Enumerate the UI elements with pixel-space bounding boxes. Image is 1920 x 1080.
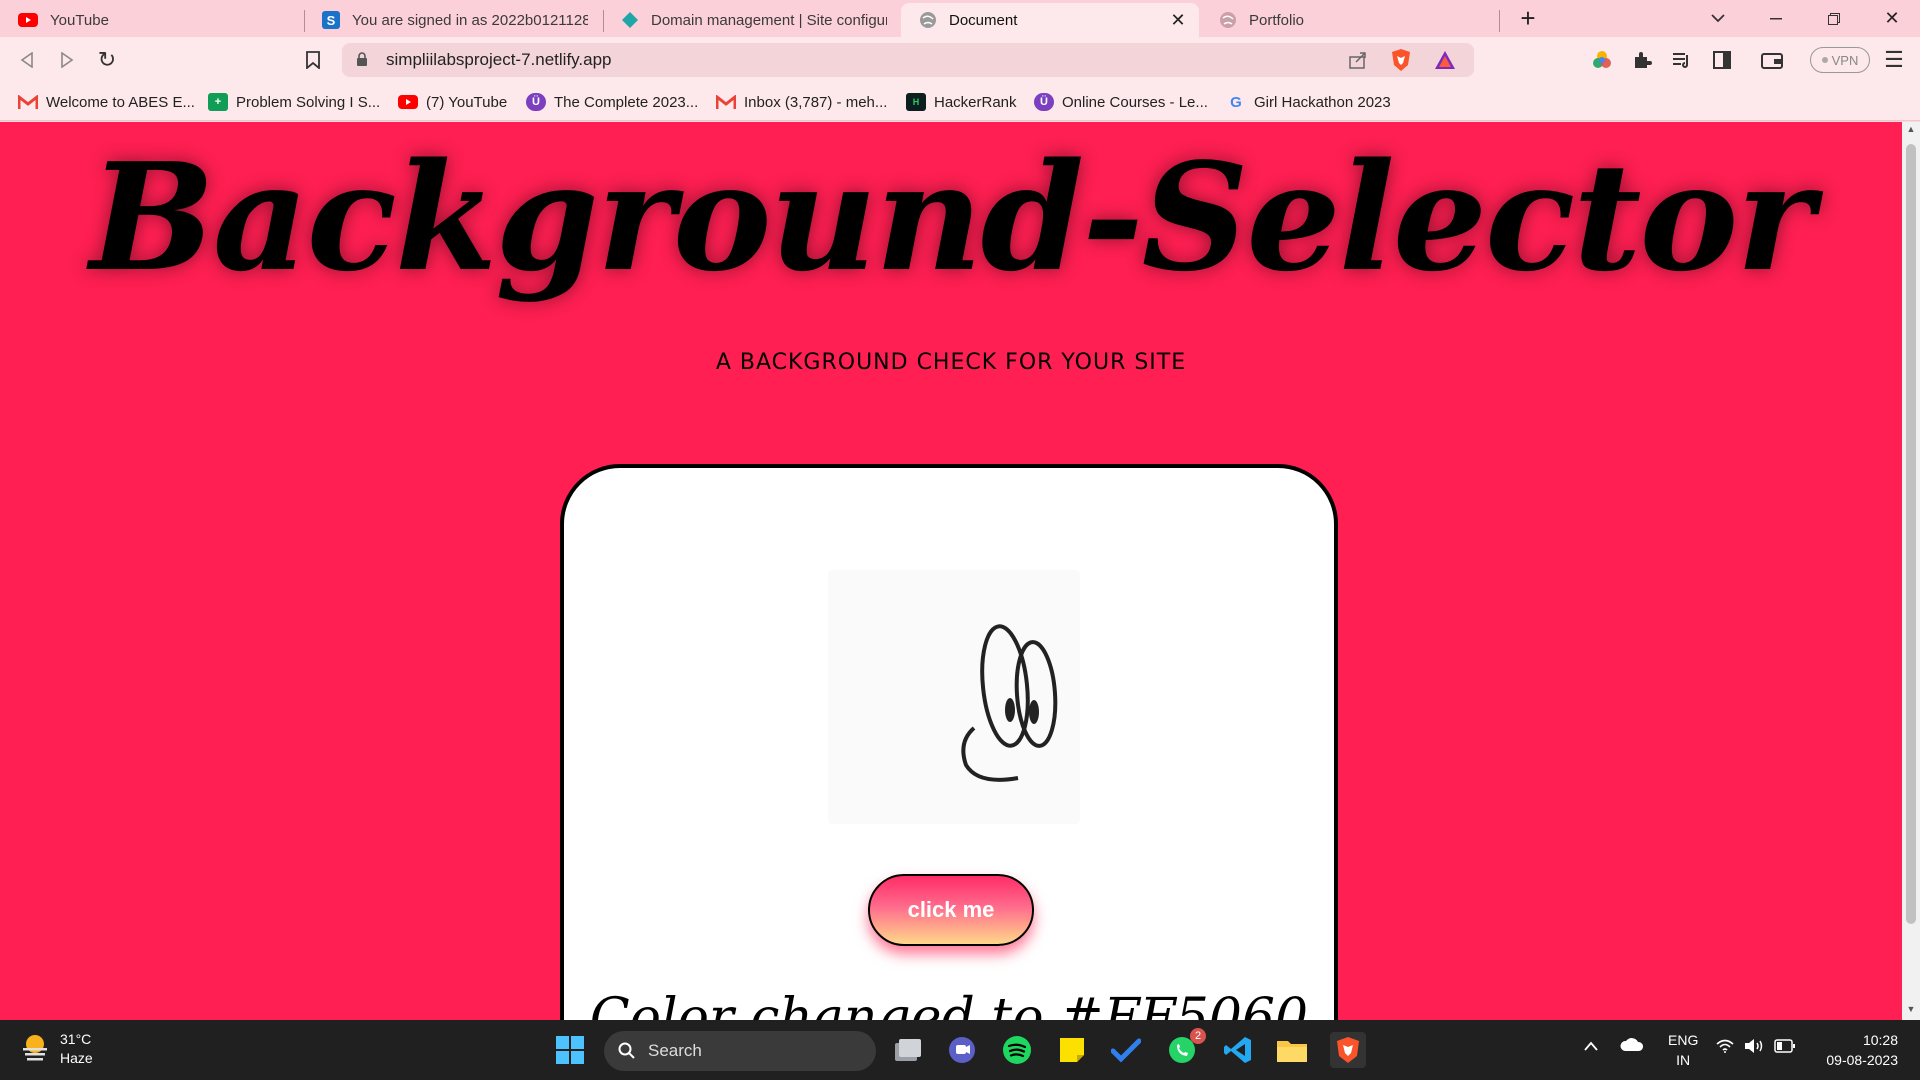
notification-badge: 2 [1190, 1028, 1206, 1044]
tab-netlify[interactable]: Domain management | Site configurat [603, 3, 899, 37]
address-bar[interactable]: simpliilabsproject-7.netlify.app [342, 43, 1474, 77]
color-status-text: Color changed to #FF5060 [589, 988, 1309, 1020]
bookmark-item[interactable]: (7) YouTube [398, 91, 507, 113]
bookmark-item[interactable]: G Girl Hackathon 2023 [1226, 91, 1391, 113]
brave-shields-icon[interactable] [1390, 48, 1412, 77]
share-icon[interactable] [1348, 50, 1368, 75]
bookmark-icon[interactable] [298, 45, 328, 75]
brave-rewards-icon[interactable] [1434, 50, 1456, 75]
scroll-up-icon[interactable]: ▲ [1902, 124, 1920, 138]
bookmark-item[interactable]: + Problem Solving I S... [208, 91, 380, 113]
udemy-icon: Ü [1034, 93, 1054, 111]
task-view-icon[interactable] [890, 1032, 926, 1068]
udemy-icon: Ü [526, 93, 546, 111]
sheets-icon: + [208, 93, 228, 111]
close-tab-icon[interactable]: ✕ [1169, 10, 1187, 31]
chevron-up-icon[interactable] [1584, 1038, 1598, 1054]
wifi-icon[interactable] [1716, 1039, 1734, 1056]
page-scrollbar[interactable]: ▲ ▼ [1902, 122, 1920, 1020]
forward-icon[interactable] [52, 45, 82, 75]
color-wheel-extension-icon[interactable] [1590, 48, 1614, 72]
bookmark-item[interactable]: Ü Online Courses - Le... [1034, 91, 1208, 113]
youtube-icon [18, 13, 38, 27]
sticky-notes-icon[interactable] [1054, 1032, 1090, 1068]
windows-taskbar: 31°C Haze Search 2 ENG IN 10:28 09-08-20… [0, 1020, 1920, 1080]
globe-icon [919, 11, 937, 29]
page-subtitle: A BACKGROUND CHECK FOR YOUR SITE [715, 350, 1187, 375]
search-icon [618, 1042, 635, 1059]
tab-simplilearn[interactable]: S You are signed in as 2022b0121128 [304, 3, 600, 37]
back-icon[interactable] [12, 45, 42, 75]
youtube-icon [398, 95, 418, 109]
netlify-icon [621, 11, 639, 29]
vscode-icon[interactable] [1220, 1032, 1256, 1068]
tab-portfolio[interactable]: Portfolio [1201, 3, 1497, 37]
extensions-icon[interactable] [1630, 48, 1654, 72]
windows-start-icon[interactable] [552, 1032, 588, 1068]
system-clock[interactable]: 10:28 09-08-2023 [1826, 1030, 1898, 1070]
click-me-button[interactable]: click me [868, 874, 1034, 946]
browser-toolbar: ↻ simpliilabsproject-7.netlify.app VPN ☰ [0, 37, 1920, 83]
cartoon-eyes-image [828, 570, 1080, 824]
file-explorer-icon[interactable] [1274, 1032, 1310, 1068]
battery-icon[interactable] [1774, 1039, 1796, 1056]
spotify-icon[interactable] [999, 1032, 1035, 1068]
todo-icon[interactable] [1108, 1032, 1144, 1068]
google-icon: G [1230, 93, 1242, 111]
teams-chat-icon[interactable] [944, 1032, 980, 1068]
restore-icon[interactable] [1806, 0, 1862, 37]
page-viewport: Background-Selector A BACKGROUND CHECK F… [0, 122, 1902, 1020]
taskbar-search-input[interactable]: Search [604, 1031, 876, 1071]
weather-widget[interactable]: 31°C Haze [20, 1030, 93, 1068]
lock-icon [356, 52, 368, 72]
tab-youtube[interactable]: YouTube [0, 3, 300, 37]
bookmark-item[interactable]: Welcome to ABES E... [18, 91, 195, 113]
page-title: Background-Selector [89, 130, 1815, 304]
tab-search-icon[interactable] [1690, 0, 1746, 37]
wallet-icon[interactable] [1760, 48, 1784, 72]
bookmark-item[interactable]: Ü The Complete 2023... [526, 91, 698, 113]
new-tab-button[interactable]: + [1500, 0, 1556, 37]
gmail-icon [18, 93, 38, 111]
simplilearn-icon: S [322, 11, 340, 29]
bookmarks-bar: Welcome to ABES E... + Problem Solving I… [0, 83, 1920, 121]
haze-weather-icon [20, 1032, 50, 1067]
close-window-icon[interactable]: ✕ [1864, 0, 1920, 37]
reload-icon[interactable]: ↻ [92, 45, 122, 75]
menu-icon[interactable]: ☰ [1882, 47, 1906, 72]
onedrive-icon[interactable] [1620, 1036, 1644, 1055]
gmail-icon [716, 93, 736, 111]
url-text: simpliilabsproject-7.netlify.app [386, 50, 612, 69]
hackerrank-icon: H [906, 93, 926, 111]
tab-bar: YouTube S You are signed in as 2022b0121… [0, 0, 1920, 37]
scroll-down-icon[interactable]: ▼ [1902, 1004, 1920, 1018]
bookmark-item[interactable]: Inbox (3,787) - meh... [716, 91, 887, 113]
sidebar-icon[interactable] [1710, 48, 1734, 72]
scroll-thumb[interactable] [1906, 144, 1916, 924]
volume-icon[interactable] [1744, 1038, 1764, 1057]
globe-icon [1219, 11, 1237, 29]
brave-browser-icon[interactable] [1330, 1032, 1366, 1068]
minimize-icon[interactable] [1748, 0, 1804, 37]
playlist-icon[interactable] [1670, 48, 1694, 72]
selector-card: click me Color changed to #FF5060 [560, 464, 1338, 1020]
vpn-button[interactable]: VPN [1810, 47, 1870, 73]
language-indicator[interactable]: ENG IN [1668, 1030, 1698, 1070]
bookmark-item[interactable]: H HackerRank [906, 91, 1017, 113]
tab-document[interactable]: Document ✕ [901, 3, 1199, 37]
whatsapp-icon[interactable]: 2 [1164, 1028, 1206, 1068]
